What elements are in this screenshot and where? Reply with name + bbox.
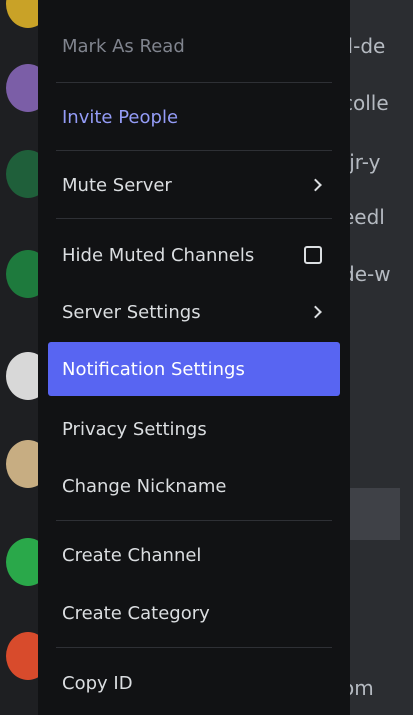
chevron-right-icon [309,178,322,192]
menu-item-label: Invite People [62,106,179,128]
menu-separator [56,150,332,151]
menu-item-label: Hide Muted Channels [62,244,255,266]
menu-item-mute-server[interactable]: Mute Server [48,165,338,205]
menu-item-server-settings[interactable]: Server Settings [48,292,338,332]
menu-item-hide-muted-channels[interactable]: Hide Muted Channels [48,235,338,275]
menu-item-label: Create Channel [62,544,202,566]
discord-window: ll-de colle -jr-y eedl de-w om Mark As R… [0,0,413,715]
menu-item-invite-people[interactable]: Invite People [48,97,338,137]
menu-item-label: Copy ID [62,672,133,694]
menu-item-label: Change Nickname [62,475,227,497]
menu-item-label: Create Category [62,602,210,624]
menu-separator [56,82,332,83]
server-context-menu: Mark As Read Invite People Mute Server H… [38,0,350,715]
menu-item-label: Server Settings [62,301,201,323]
menu-item-label: Notification Settings [62,358,245,380]
menu-item-create-channel[interactable]: Create Channel [48,535,338,575]
menu-item-change-nickname[interactable]: Change Nickname [48,466,338,506]
chevron-right-icon [309,305,322,319]
menu-separator [56,218,332,219]
menu-item-create-category[interactable]: Create Category [48,593,338,633]
checkbox-icon[interactable] [304,246,322,264]
menu-item-privacy-settings[interactable]: Privacy Settings [48,409,338,449]
menu-item-notification-settings[interactable]: Notification Settings [48,342,340,396]
server-rail [0,0,50,715]
menu-item-copy-id[interactable]: Copy ID [48,663,338,703]
menu-separator [56,647,332,648]
menu-item-label: Mark As Read [62,35,185,57]
menu-item-label: Privacy Settings [62,418,207,440]
menu-item-label: Mute Server [62,174,172,196]
menu-separator [56,520,332,521]
channel-item-background [345,488,400,540]
menu-item-mark-as-read[interactable]: Mark As Read [48,26,338,66]
